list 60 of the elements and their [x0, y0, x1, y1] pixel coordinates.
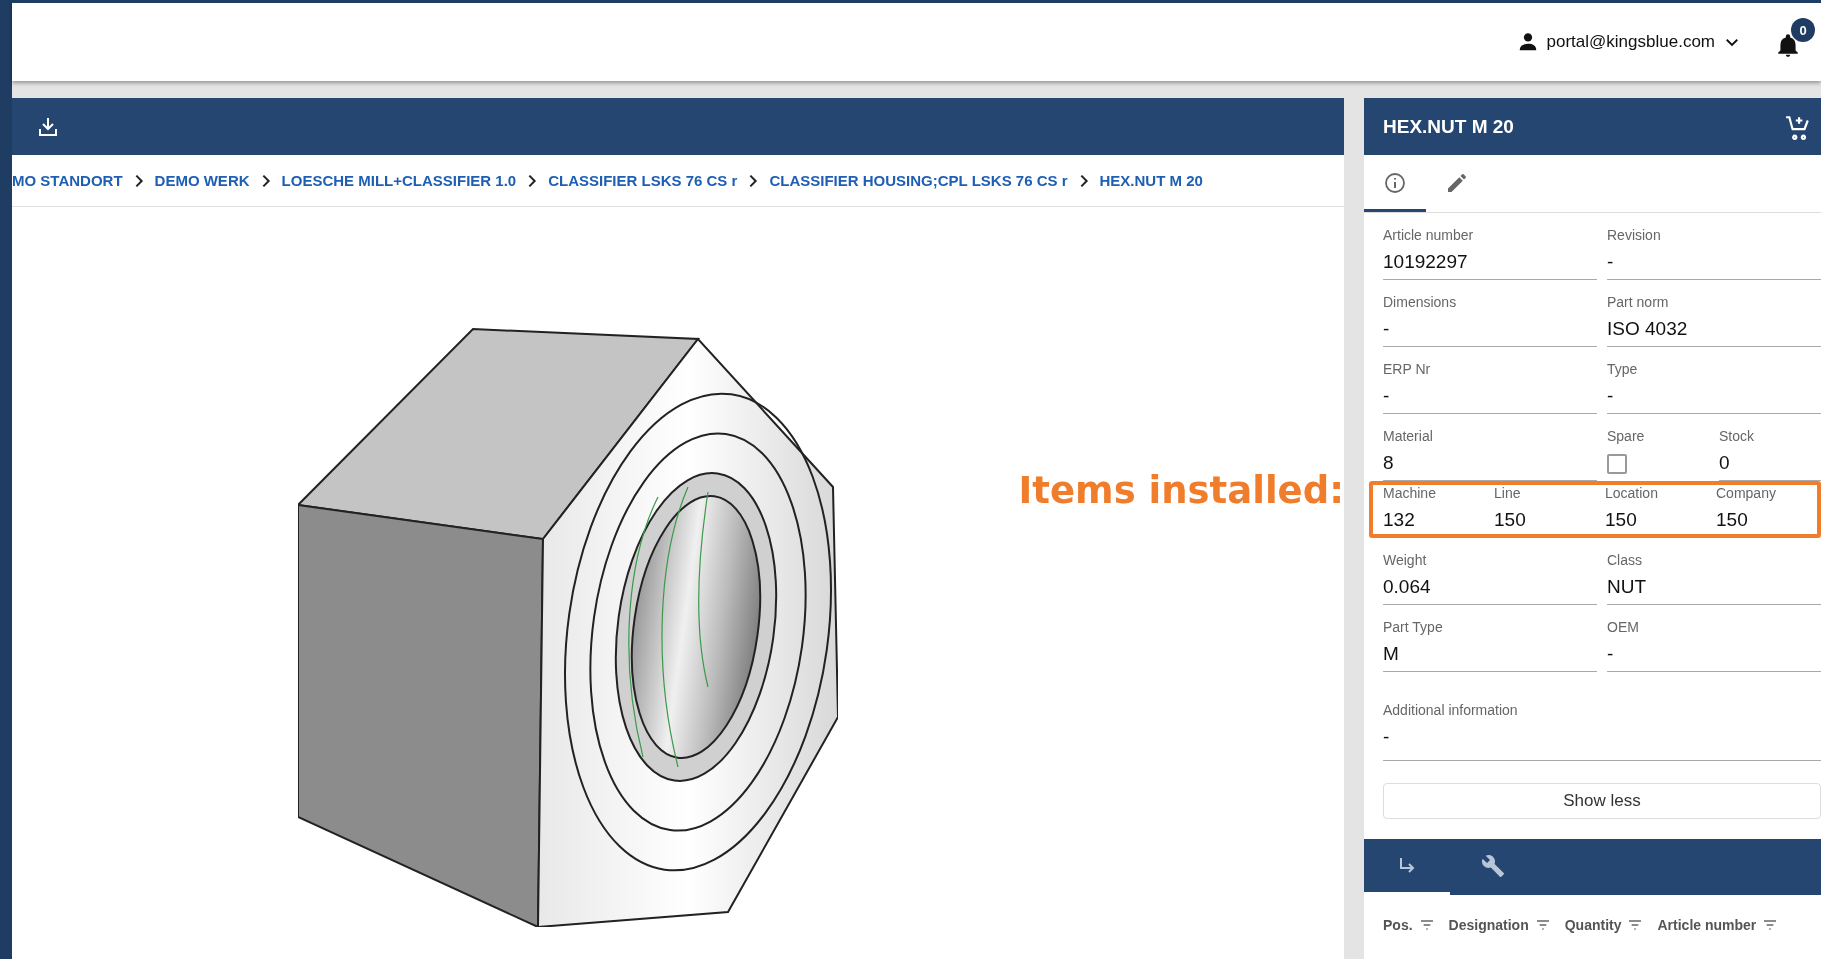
field-label: Stock	[1719, 428, 1755, 444]
notification-badge: 0	[1791, 18, 1815, 42]
panel-title: HEX.NUT M 20	[1383, 115, 1514, 138]
breadcrumb-link[interactable]: CLASSIFIER HOUSING;CPL LSKS 76 CS r	[769, 172, 1068, 189]
field-label: Company	[1716, 485, 1777, 501]
field-label: Weight	[1383, 552, 1428, 568]
field-value: 150	[1716, 509, 1749, 531]
field-label: Class	[1607, 552, 1643, 568]
pencil-icon	[1445, 171, 1469, 195]
field-value: 0.064	[1383, 576, 1432, 598]
field-value: 150	[1494, 509, 1527, 531]
field-label: Material	[1383, 428, 1434, 444]
field-value: 150	[1605, 509, 1638, 531]
filter-icon	[1627, 917, 1644, 933]
field-label: OEM	[1607, 619, 1640, 635]
breadcrumb-link[interactable]: DEMO WERK	[154, 172, 250, 189]
field-label: Location	[1605, 485, 1659, 501]
field-label: Line	[1494, 485, 1522, 501]
info-icon	[1383, 171, 1407, 195]
breadcrumb-link[interactable]: LOESCHE MILL+CLASSIFIER 1.0	[281, 172, 517, 189]
field-label: Part norm	[1607, 294, 1670, 310]
field-value: M	[1383, 643, 1400, 665]
field-value: -	[1383, 385, 1391, 407]
field-value: -	[1607, 251, 1615, 273]
column-header[interactable]: Pos.	[1383, 917, 1435, 933]
field-label: Type	[1607, 361, 1639, 377]
field-label: Revision	[1607, 227, 1662, 243]
field-label: Dimensions	[1383, 294, 1458, 310]
filter-icon	[1762, 917, 1779, 933]
field-value: -	[1383, 726, 1391, 748]
spare-checkbox[interactable]	[1607, 454, 1627, 474]
filter-icon	[1534, 917, 1551, 933]
user-menu[interactable]: portal@kingsblue.com	[1516, 31, 1741, 53]
field-value: -	[1607, 385, 1615, 407]
wrench-icon	[1481, 853, 1505, 878]
breadcrumb-link[interactable]: MO STANDORT	[12, 172, 123, 189]
field-value: ISO 4032	[1607, 318, 1689, 340]
field-value: -	[1607, 643, 1615, 665]
filter-icon	[1418, 917, 1435, 933]
field-label: Machine	[1383, 485, 1437, 501]
column-header[interactable]: Designation	[1448, 917, 1551, 933]
cart-add-icon[interactable]	[1785, 113, 1811, 140]
field-value: NUT	[1607, 576, 1648, 598]
show-less-button[interactable]: Show less	[1383, 783, 1821, 819]
breadcrumb-link[interactable]: HEX.NUT M 20	[1099, 172, 1203, 189]
field-value: 132	[1383, 509, 1416, 531]
field-label: ERP Nr	[1383, 361, 1432, 377]
field-label: Part Type	[1383, 619, 1444, 635]
bell-icon[interactable]	[1775, 32, 1801, 58]
field-value: 8	[1383, 452, 1395, 474]
column-header[interactable]: Quantity	[1564, 917, 1644, 933]
field-label: Article number	[1383, 227, 1475, 243]
field-label: Spare	[1607, 428, 1646, 444]
field-label: Additional information	[1383, 702, 1519, 718]
breadcrumb-link[interactable]: CLASSIFIER LSKS 76 CS r	[548, 172, 738, 189]
field-value: -	[1383, 318, 1391, 340]
field-value: 10192297	[1383, 251, 1469, 273]
annotation-text: Items installed:	[1018, 469, 1344, 512]
field-value: 0	[1719, 452, 1731, 474]
column-header[interactable]: Article number	[1657, 917, 1779, 933]
